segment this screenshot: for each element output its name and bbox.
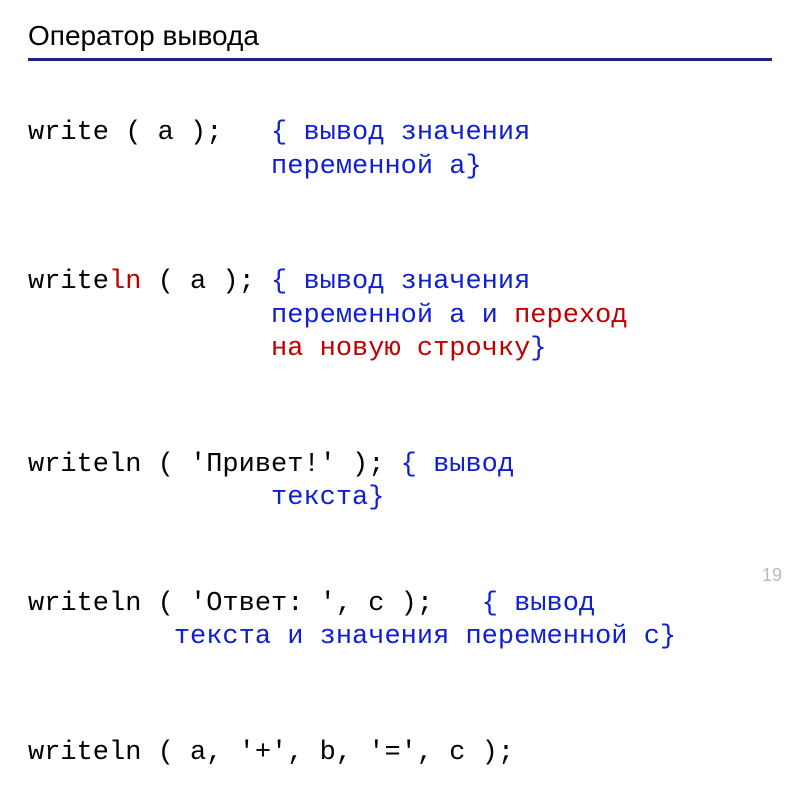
comment-text: текста	[271, 483, 368, 513]
comment-close: }	[530, 334, 546, 364]
comment-text: переменной a	[271, 152, 465, 182]
code-text: writeln ( a, '+', b, '=', c );	[28, 738, 514, 768]
comment-close: }	[368, 483, 384, 513]
comment-text: вывод	[514, 589, 595, 619]
code-line-5: writeln ( a, '+', b, '=', c );	[28, 703, 772, 804]
comment-close: }	[465, 152, 481, 182]
slide-title: Оператор вывода	[28, 20, 772, 52]
comment-text: вывод	[433, 450, 514, 480]
comment-red: переход	[514, 301, 627, 331]
title-rule	[28, 58, 772, 61]
code-text: writeln ( 'Привет!' );	[28, 450, 401, 480]
comment-open: {	[271, 118, 303, 148]
comment-text: вывод значения	[303, 118, 530, 148]
code-line-4: writeln ( 'Ответ: ', c ); { вывод текста…	[28, 554, 772, 689]
code-text: ( a );	[141, 267, 271, 297]
comment-indent	[28, 301, 271, 331]
comment-text: вывод значения	[303, 267, 530, 297]
comment-indent	[28, 334, 271, 364]
comment-text: текста и значения переменной c	[174, 622, 660, 652]
comment-red: на новую строчку	[271, 334, 530, 364]
comment-text: переменной a и	[271, 301, 514, 331]
page-number: 19	[762, 565, 782, 586]
comment-open: {	[482, 589, 514, 619]
comment-indent	[28, 622, 174, 652]
code-text: writeln ( 'Ответ: ', c );	[28, 589, 482, 619]
code-block: write ( a ); { вывод значения переменной…	[28, 83, 772, 804]
comment-open: {	[271, 267, 303, 297]
comment-indent	[28, 152, 271, 182]
code-ln-highlight: ln	[109, 267, 141, 297]
code-text: write	[28, 267, 109, 297]
code-text: write ( a );	[28, 118, 271, 148]
code-line-1: write ( a ); { вывод значения переменной…	[28, 83, 772, 218]
comment-close: }	[660, 622, 676, 652]
code-line-2: writeln ( a ); { вывод значения переменн…	[28, 232, 772, 401]
comment-open: {	[401, 450, 433, 480]
code-line-3: writeln ( 'Привет!' ); { вывод текста}	[28, 415, 772, 550]
comment-indent	[28, 483, 271, 513]
